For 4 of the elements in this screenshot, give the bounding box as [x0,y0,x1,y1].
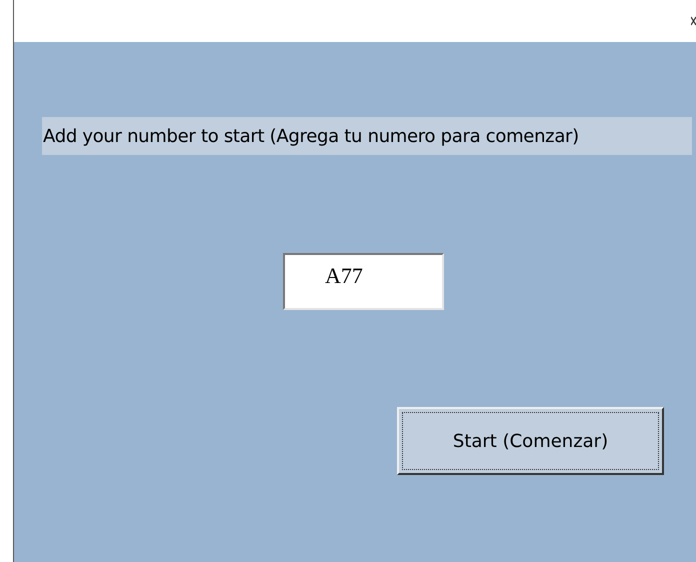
number-field[interactable]: A77 [283,253,444,310]
close-icon[interactable] [691,16,696,26]
start-button[interactable]: Start (Comenzar) [397,407,664,475]
prompt-label: Add your number to start (Agrega tu numero para comenzar) [42,117,692,155]
